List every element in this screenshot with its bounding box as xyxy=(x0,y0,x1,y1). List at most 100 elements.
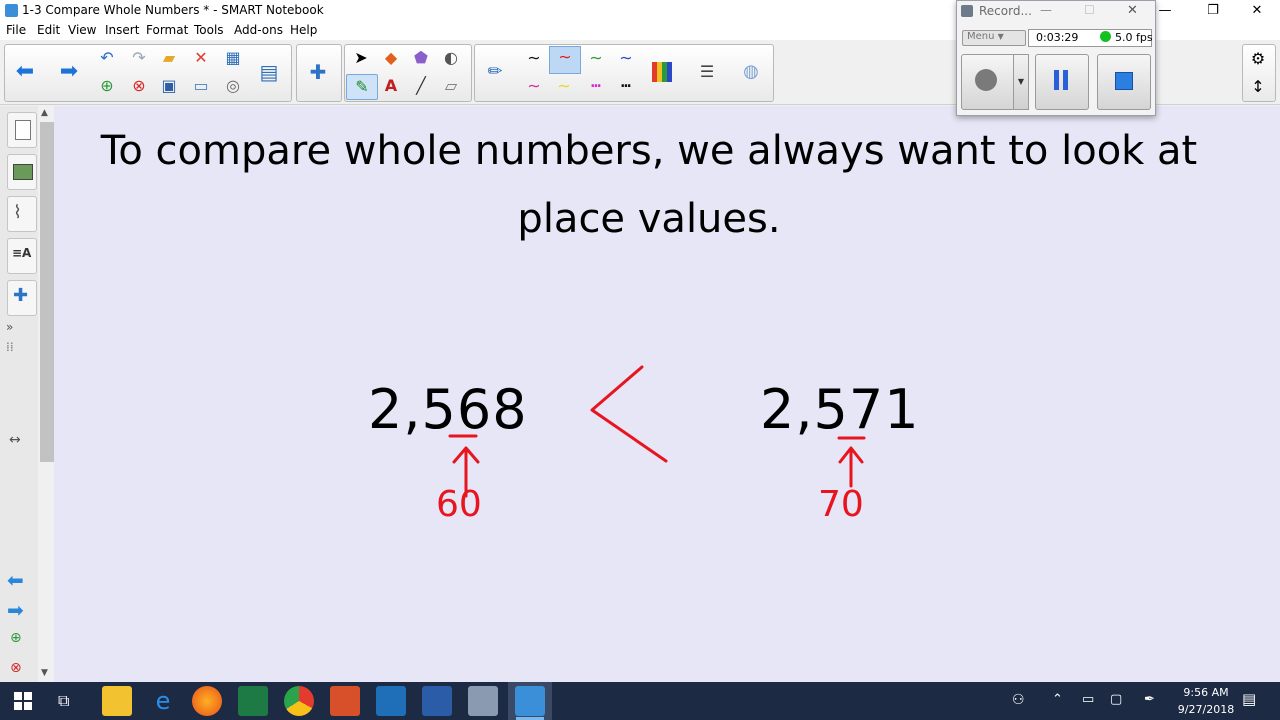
line-icon[interactable]: ╱ xyxy=(408,74,434,98)
menu-view[interactable]: View xyxy=(68,23,96,37)
task-view-icon[interactable]: ⧉ xyxy=(58,691,69,711)
previous-page-arrow-icon[interactable]: ⬅ xyxy=(12,60,38,84)
menu-help[interactable]: Help xyxy=(290,23,317,37)
scrollbar-thumb[interactable] xyxy=(40,122,54,462)
next-page-arrow-icon[interactable]: ➡ xyxy=(56,60,82,84)
text-icon[interactable]: A xyxy=(378,74,404,98)
redo-icon[interactable]: ↷ xyxy=(126,46,152,70)
edge-browser-icon[interactable]: e xyxy=(148,686,178,716)
recorder-close-button[interactable]: ✕ xyxy=(1127,3,1138,18)
pen-style-red-icon[interactable]: ∼ xyxy=(549,46,581,74)
menu-add-ons[interactable]: Add-ons xyxy=(234,23,283,37)
document-camera-icon[interactable]: ▤ xyxy=(256,60,282,84)
customize-gear-icon[interactable]: ⚙ xyxy=(1245,47,1271,71)
annotation-left: 60 xyxy=(436,484,482,525)
table-icon[interactable]: ▦ xyxy=(220,46,246,70)
sidebar-delete-page-icon[interactable]: ⊗ xyxy=(10,660,22,676)
chrome-icon[interactable] xyxy=(284,686,314,716)
less-than-sign-ink xyxy=(590,365,668,463)
recorder-taskbar-icon[interactable] xyxy=(468,686,498,716)
battery-icon[interactable]: ▭ xyxy=(1082,692,1094,707)
record-circle-icon xyxy=(975,69,997,91)
excel-icon[interactable] xyxy=(238,686,268,716)
close-button[interactable]: ✕ xyxy=(1234,0,1280,22)
eraser-icon[interactable]: ▱ xyxy=(438,74,464,98)
pen-style-magenta-icon[interactable]: ∼ xyxy=(520,76,548,98)
annotation-right: 70 xyxy=(818,484,864,525)
pen-style-green-icon[interactable]: ∼ xyxy=(582,48,610,70)
office-app-icon[interactable] xyxy=(330,686,360,716)
fill-icon[interactable]: ◐ xyxy=(438,46,464,70)
sidebar-previous-page-icon[interactable]: ⬅ xyxy=(7,568,24,592)
firefox-icon[interactable] xyxy=(192,686,222,716)
word-icon[interactable] xyxy=(422,686,452,716)
paperclip-icon: ⌇ xyxy=(13,202,22,223)
move-toolbar-icon[interactable]: ↕ xyxy=(1245,75,1271,99)
show-hidden-icons[interactable]: ⌃ xyxy=(1052,692,1063,707)
pause-bar-left-icon xyxy=(1054,70,1059,90)
undo-icon[interactable]: ↶ xyxy=(94,46,120,70)
menu-file[interactable]: File xyxy=(6,23,26,37)
delete-icon[interactable]: ✕ xyxy=(188,46,214,70)
shapes-icon[interactable]: ◆ xyxy=(378,46,404,70)
menu-tools[interactable]: Tools xyxy=(194,23,224,37)
select-arrow-icon[interactable]: ➤ xyxy=(348,46,374,70)
pen-style-dashed-black-icon[interactable]: ┅ xyxy=(612,76,640,98)
page-sorter-icon xyxy=(15,120,31,140)
attachments-tab[interactable] xyxy=(7,196,37,232)
restore-button[interactable]: ❐ xyxy=(1190,0,1236,22)
record-options-dropdown[interactable]: ▼ xyxy=(1013,54,1029,110)
properties-icon[interactable]: ◍ xyxy=(738,60,764,84)
move-sidebar-icon[interactable]: ↔ xyxy=(9,432,21,448)
side-tab-bar xyxy=(0,106,39,682)
delete-page-icon[interactable]: ⊗ xyxy=(126,74,152,98)
clock-date[interactable]: 9/27/2018 xyxy=(1172,703,1240,716)
windows-start-icon[interactable] xyxy=(14,692,32,710)
magic-pen-icon[interactable]: ⬟ xyxy=(408,46,434,70)
pen-style-dashed-magenta-icon[interactable]: ┅ xyxy=(582,76,610,98)
line-thickness-icon[interactable]: ☰ xyxy=(694,60,720,84)
pens-icon[interactable]: ✎ xyxy=(346,74,378,100)
add-ons-puzzle-icon[interactable]: ✚ xyxy=(305,60,331,84)
menu-format[interactable]: Format xyxy=(146,23,188,37)
recorder-menu-label: Menu xyxy=(967,31,995,42)
pause-button[interactable] xyxy=(1035,54,1089,110)
screen-capture-icon[interactable]: ◎ xyxy=(220,74,246,98)
menu-insert[interactable]: Insert xyxy=(105,23,139,37)
open-folder-icon[interactable]: ▰ xyxy=(156,46,182,70)
clock-time[interactable]: 9:56 AM xyxy=(1176,686,1236,699)
recorder-maximize-button[interactable]: ☐ xyxy=(1084,3,1095,17)
people-icon[interactable]: ⚇ xyxy=(1012,692,1025,708)
publisher-icon[interactable] xyxy=(376,686,406,716)
pen-style-yellow-icon[interactable]: ∼ xyxy=(550,76,578,98)
scroll-down-icon[interactable]: ▼ xyxy=(41,668,48,678)
recorder-fps: 5.0 fps xyxy=(1115,31,1153,44)
pen-tool-icon[interactable]: ✏ xyxy=(482,60,508,84)
add-page-icon[interactable]: ⊕ xyxy=(94,74,120,98)
window-title: 1-3 Compare Whole Numbers * - SMART Note… xyxy=(22,3,324,17)
gallery-icon xyxy=(13,164,33,180)
expand-tabs-icon[interactable]: » xyxy=(6,320,13,334)
recorder-menu-dropdown[interactable]: Menu ▼ xyxy=(962,30,1026,46)
stop-square-icon xyxy=(1115,72,1133,90)
action-center-icon[interactable]: ▤ xyxy=(1242,690,1256,708)
save-icon[interactable]: ▣ xyxy=(156,74,182,98)
pen-style-blue-icon[interactable]: ∼ xyxy=(612,48,640,70)
dropdown-arrow-icon: ▼ xyxy=(997,32,1004,41)
network-icon[interactable]: ▢ xyxy=(1110,692,1122,707)
recording-status-icon xyxy=(1100,31,1111,42)
recorder-title: Record... xyxy=(979,4,1032,18)
screen-shade-icon[interactable]: ▭ xyxy=(188,74,214,98)
pen-style-black-icon[interactable]: ∼ xyxy=(520,48,548,70)
sidebar-next-page-icon[interactable]: ➡ xyxy=(7,598,24,622)
pen-workspace-icon[interactable]: ✒ xyxy=(1144,692,1155,707)
sidebar-add-page-icon[interactable]: ⊕ xyxy=(10,630,22,646)
menu-edit[interactable]: Edit xyxy=(37,23,60,37)
smart-notebook-app-icon xyxy=(5,4,18,17)
smart-notebook-taskbar-icon[interactable] xyxy=(515,686,545,716)
grip-dots-icon[interactable]: ⁞⁞ xyxy=(6,340,14,354)
recorder-minimize-button[interactable]: — xyxy=(1040,3,1052,17)
color-palette-icon[interactable] xyxy=(652,62,672,82)
file-explorer-icon[interactable] xyxy=(102,686,132,716)
scroll-up-icon[interactable]: ▲ xyxy=(41,108,48,118)
